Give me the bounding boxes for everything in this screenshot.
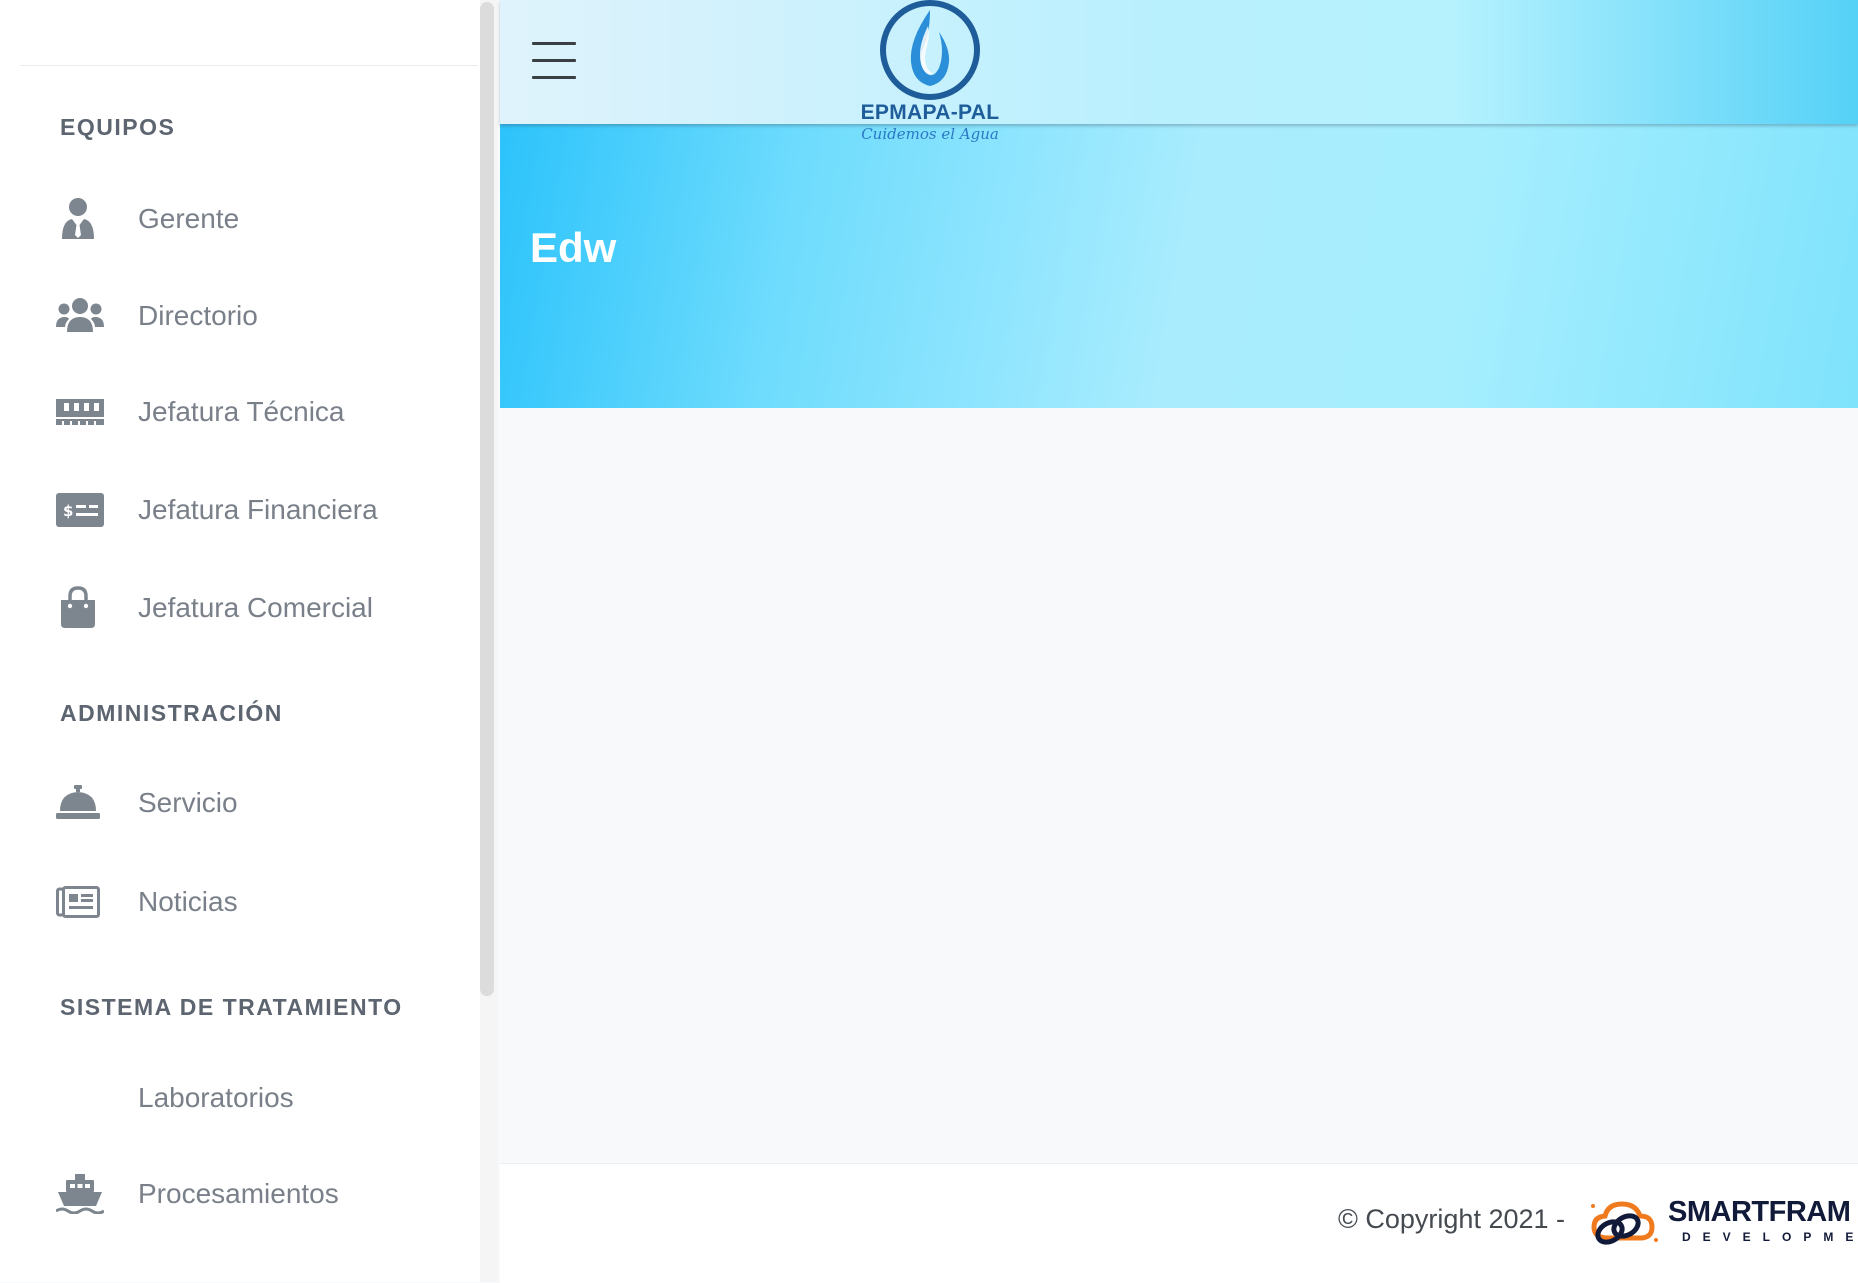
main-content — [500, 408, 1858, 1163]
section-title-administracion: ADMINISTRACIÓN — [60, 700, 283, 726]
hamburger-menu-icon[interactable] — [532, 42, 576, 80]
sidebar-item-label: Jefatura Comercial — [138, 592, 373, 623]
ship-icon — [56, 1170, 112, 1218]
sidebar-item-label: Laboratorios — [138, 1082, 294, 1113]
svg-text:$: $ — [63, 502, 73, 520]
sidebar-item-laboratorios[interactable]: Laboratorios — [56, 1068, 294, 1128]
sidebar-item-jefatura-tecnica[interactable]: Jefatura Técnica — [56, 382, 345, 442]
sidebar-item-directorio[interactable]: Directorio — [56, 286, 258, 346]
brand-name: SMARTFRAM — [1668, 1196, 1851, 1228]
sidebar-item-jefatura-comercial[interactable]: Jefatura Comercial — [56, 578, 373, 638]
sidebar-item-gerente[interactable]: Gerente — [56, 189, 239, 249]
concierge-bell-icon — [56, 779, 112, 827]
sidebar-item-servicio[interactable]: Servicio — [56, 773, 238, 833]
sidebar-divider — [20, 65, 478, 66]
smartframe-brand-logo[interactable]: SMARTFRAM DEVELOPMEN — [1586, 1192, 1858, 1252]
logo-title: EPMAPA-PAL — [860, 101, 1000, 124]
sidebar-item-procesamientos[interactable]: Procesamientos — [56, 1164, 339, 1224]
sidebar-item-label: Jefatura Financiera — [138, 494, 378, 525]
users-icon — [56, 292, 112, 340]
page-banner: Edw — [500, 124, 1858, 408]
section-title-equipos: EQUIPOS — [60, 114, 176, 140]
sidebar-item-jefatura-financiera[interactable]: $ Jefatura Financiera — [56, 480, 378, 540]
sidebar-item-label: Jefatura Técnica — [138, 396, 345, 427]
section-title-sistema-de-tratamiento: SISTEMA DE TRATAMIENTO — [60, 994, 403, 1020]
sidebar-item-label: Directorio — [138, 300, 258, 331]
sidebar-item-label: Procesamientos — [138, 1178, 339, 1209]
user-tie-icon — [56, 195, 112, 243]
sidebar-item-noticias[interactable]: Noticias — [56, 872, 238, 932]
footer: © Copyright 2021 - SMARTFRAM DEVELOPMEN — [500, 1163, 1858, 1283]
brand-subtitle: DEVELOPMEN — [1682, 1230, 1858, 1244]
memory-icon — [56, 388, 112, 436]
newspaper-icon — [56, 878, 112, 926]
sidebar: EQUIPOS Gerente Directorio Jefatura Técn… — [0, 0, 482, 1282]
sidebar-item-label: Noticias — [138, 886, 238, 917]
logo-subtitle: Cuidemos el Agua — [861, 125, 999, 143]
shopping-bag-icon — [56, 584, 112, 632]
epmapa-pal-logo[interactable]: EPMAPA-PAL Cuidemos el Agua — [855, 0, 1005, 150]
money-check-icon: $ — [56, 486, 112, 534]
cloud-chain-logo-icon — [1591, 1201, 1658, 1245]
copyright-text: © Copyright 2021 - — [1338, 1204, 1566, 1234]
water-drop-logo-icon — [880, 0, 980, 100]
top-navbar — [500, 0, 1858, 124]
sidebar-item-label: Gerente — [138, 203, 240, 234]
sidebar-scrollbar-thumb[interactable] — [480, 2, 494, 996]
sidebar-item-label: Servicio — [138, 787, 238, 818]
page-title: Edw — [530, 224, 617, 271]
laboratorios-icon-placeholder — [56, 1074, 112, 1122]
